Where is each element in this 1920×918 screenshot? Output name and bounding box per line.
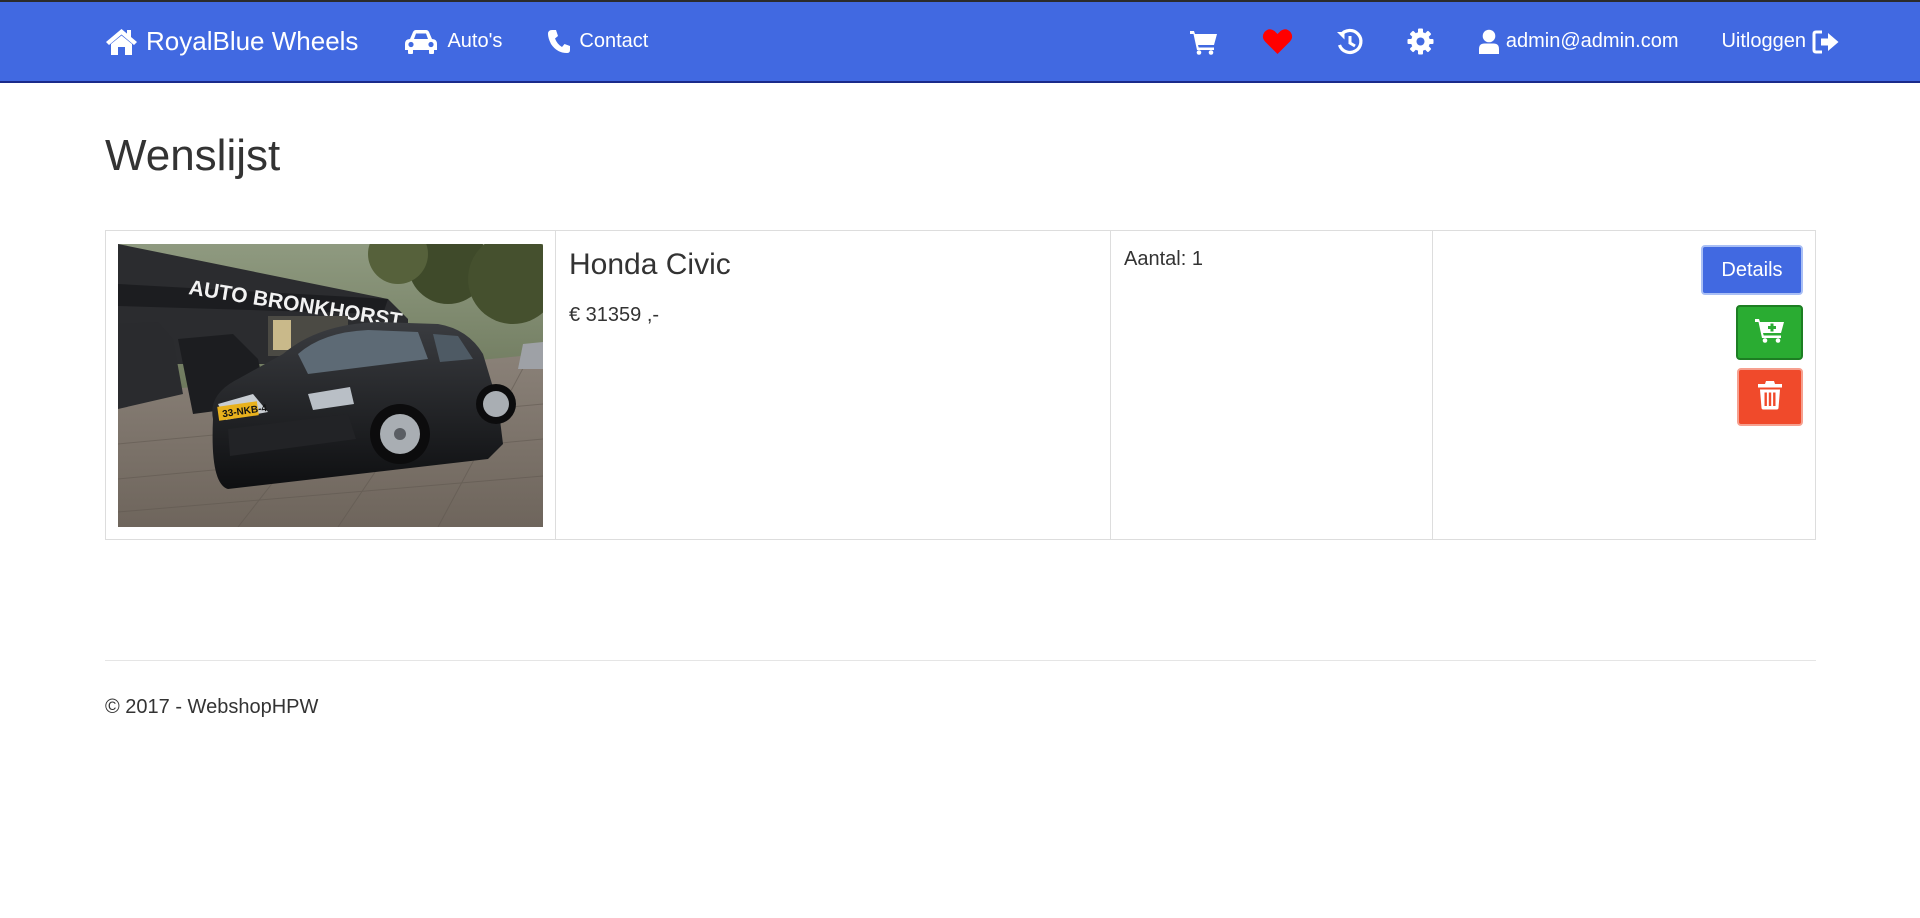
logout-icon bbox=[1812, 30, 1840, 54]
heart-icon bbox=[1262, 28, 1293, 55]
home-icon bbox=[105, 28, 138, 56]
nav-link-contact-label: Contact bbox=[579, 30, 649, 52]
nav-link-contact[interactable]: Contact bbox=[547, 29, 648, 55]
table-cell-quantity: Aantal: 1 bbox=[1111, 231, 1433, 539]
cart-plus-icon bbox=[1754, 317, 1785, 348]
user-account-link[interactable]: admin@admin.com bbox=[1478, 29, 1679, 55]
page-title: Wenslijst bbox=[105, 131, 281, 180]
logout-link[interactable]: Uitloggen bbox=[1721, 30, 1840, 54]
footer-copyright: © 2017 - WebshopHPW bbox=[105, 696, 319, 718]
navbar: RoyalBlue Wheels Auto's Contact admin@ad… bbox=[0, 0, 1920, 83]
navbar-right: admin@admin.com Uitloggen bbox=[1189, 2, 1840, 81]
cart-link[interactable] bbox=[1189, 29, 1218, 55]
details-button[interactable]: Details bbox=[1701, 245, 1803, 295]
car-name: Honda Civic bbox=[569, 248, 731, 281]
brand-name: RoyalBlue Wheels bbox=[146, 26, 359, 56]
user-icon bbox=[1478, 29, 1500, 55]
history-icon bbox=[1336, 28, 1364, 56]
delete-button[interactable] bbox=[1737, 368, 1803, 426]
quantity-text: Aantal: 1 bbox=[1124, 248, 1203, 270]
footer-divider bbox=[105, 660, 1816, 661]
trash-icon bbox=[1757, 380, 1783, 415]
settings-link[interactable] bbox=[1407, 28, 1434, 55]
navbar-left: RoyalBlue Wheels Auto's Contact bbox=[105, 2, 693, 81]
wishlist-table: AUTO BRONKHORST 33-NKB-4 Honda Civic € 3… bbox=[105, 230, 1816, 540]
phone-icon bbox=[547, 29, 571, 55]
table-cell-info: Honda Civic € 31359 ,- bbox=[556, 231, 1111, 539]
cart-icon bbox=[1189, 29, 1218, 55]
add-to-cart-button[interactable] bbox=[1736, 305, 1803, 360]
brand-link[interactable]: RoyalBlue Wheels bbox=[105, 26, 358, 57]
nav-link-autos-label: Auto's bbox=[447, 30, 503, 52]
wishlist-link[interactable] bbox=[1262, 28, 1293, 55]
car-photo[interactable]: AUTO BRONKHORST 33-NKB-4 bbox=[118, 244, 543, 527]
logout-label: Uitloggen bbox=[1721, 30, 1806, 52]
car-price: € 31359 ,- bbox=[569, 304, 660, 326]
table-cell-image: AUTO BRONKHORST 33-NKB-4 bbox=[106, 231, 556, 539]
table-cell-actions: Details bbox=[1433, 231, 1815, 539]
gear-icon bbox=[1407, 28, 1434, 55]
history-link[interactable] bbox=[1336, 28, 1364, 56]
nav-link-autos[interactable]: Auto's bbox=[403, 29, 502, 55]
user-email: admin@admin.com bbox=[1505, 30, 1679, 52]
car-icon bbox=[403, 29, 439, 55]
